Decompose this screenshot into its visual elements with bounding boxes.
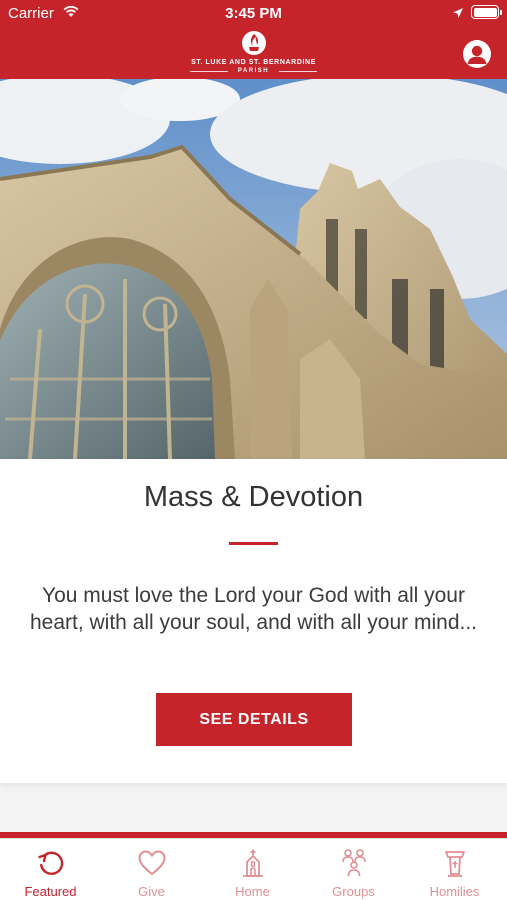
church-icon [243, 849, 263, 877]
tab-homilies-label: Homilies [429, 884, 480, 899]
tab-featured[interactable]: Featured [0, 839, 101, 900]
featured-card: Mass & Devotion You must love the Lord y… [0, 459, 507, 783]
tab-home[interactable]: Home [202, 839, 303, 900]
card-description: You must love the Lord your God with all… [29, 584, 478, 634]
parish-logo: ST. LUKE AND ST. BERNARDINE PARISH [180, 30, 327, 76]
battery-icon [471, 5, 499, 19]
featured-refresh-icon [38, 851, 64, 875]
battery-tip [500, 10, 502, 15]
location-arrow-icon [452, 6, 464, 24]
status-bar: Carrier 3:45 PM [0, 0, 507, 28]
card-title: Mass & Devotion [143, 481, 364, 513]
parish-name: ST. LUKE AND ST. BERNARDINE [191, 59, 316, 66]
profile-icon[interactable] [463, 40, 491, 68]
title-divider [229, 542, 278, 545]
tab-give-label: Give [138, 884, 165, 899]
groups-icon [342, 849, 366, 877]
see-details-button[interactable]: SEE DETAILS [156, 693, 352, 746]
app-header: Carrier 3:45 PM ST. LUKE AND ST. BERNARD… [0, 0, 507, 79]
hero-image [0, 74, 507, 460]
tab-bar: Featured Give Home Groups Homilies [0, 838, 507, 900]
heart-icon [138, 850, 166, 876]
tab-give[interactable]: Give [101, 839, 202, 900]
pulpit-icon [445, 851, 465, 877]
tab-home-label: Home [235, 884, 270, 899]
tab-groups[interactable]: Groups [303, 839, 404, 900]
parish-logo-icon [241, 30, 267, 56]
tab-featured-label: Featured [24, 884, 77, 899]
logo-rule-right [279, 71, 317, 72]
status-time: 3:45 PM [225, 5, 282, 22]
tab-homilies[interactable]: Homilies [404, 839, 505, 900]
tab-groups-label: Groups [332, 884, 375, 899]
